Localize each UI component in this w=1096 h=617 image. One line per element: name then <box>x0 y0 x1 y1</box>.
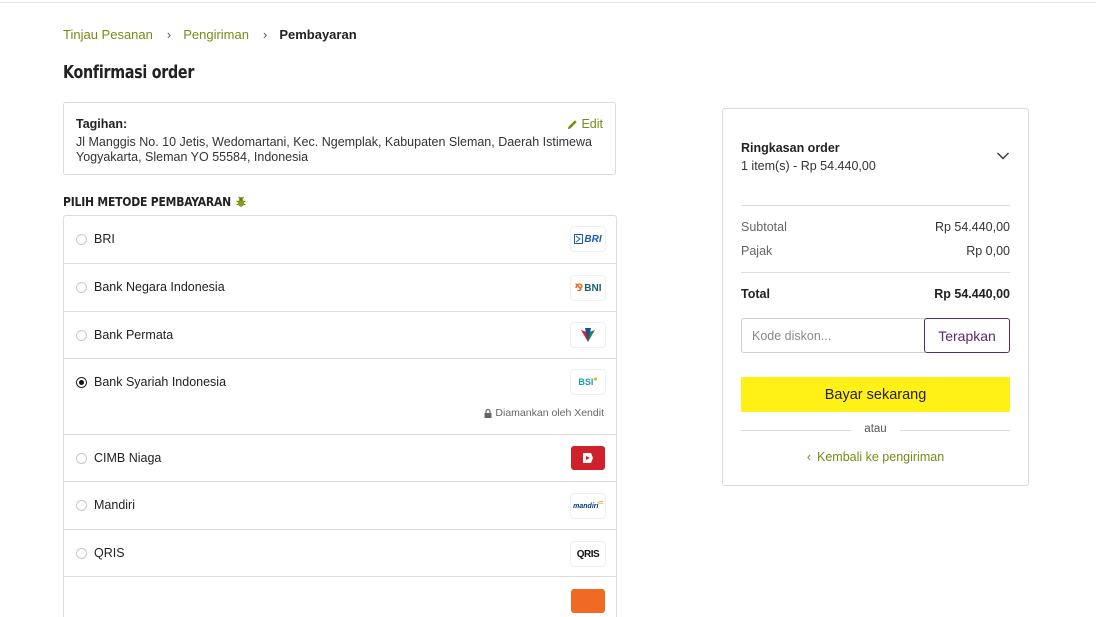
radio-button[interactable] <box>76 282 87 293</box>
payment-option-label: BRI <box>94 232 115 246</box>
permata-logo-icon <box>571 323 605 347</box>
tax-row: Pajak Rp 0,00 <box>741 244 1010 258</box>
page-title: Konfirmasi order <box>63 62 195 83</box>
cimb-logo-icon <box>571 446 605 470</box>
payment-option-label: Mandiri <box>94 498 135 512</box>
bni-logo-icon: ⅋ BNI <box>571 276 605 300</box>
payment-option-label: Bank Syariah Indonesia <box>94 375 227 389</box>
back-to-shipping-link[interactable]: ‹ Kembali ke pengiriman <box>741 450 1010 464</box>
radio-button[interactable] <box>76 234 87 245</box>
top-divider <box>0 2 1096 3</box>
edit-billing-button[interactable]: Edit <box>567 117 603 131</box>
total-value: Rp 54.440,00 <box>934 287 1010 301</box>
payment-option-partial[interactable] <box>64 577 616 617</box>
secured-by-xendit: Diamankan oleh Xendit <box>484 407 604 419</box>
breadcrumb: Tinjau Pesanan › Pengiriman › Pembayaran <box>63 27 357 42</box>
billing-label: Tagihan: <box>76 117 128 131</box>
discount-code-input[interactable] <box>741 318 925 353</box>
payment-option-label: QRIS <box>94 546 125 560</box>
payment-option-permata[interactable]: Bank Permata <box>64 312 616 359</box>
summary-divider <box>741 272 1010 273</box>
payment-method-heading: PILIH METODE PEMBAYARAN <box>63 195 247 209</box>
tax-value: Rp 0,00 <box>966 244 1010 258</box>
mandiri-logo-icon: mandiri ≈ <box>571 494 605 518</box>
chevron-left-icon: ‹ <box>806 450 811 464</box>
back-to-shipping-label: Kembali ke pengiriman <box>817 450 945 464</box>
summary-title: Ringkasan order <box>741 141 840 155</box>
chevron-down-icon[interactable] <box>996 151 1010 161</box>
radio-button-selected[interactable] <box>76 377 87 388</box>
subtotal-label: Subtotal <box>741 220 787 234</box>
payment-option-bsi[interactable]: Bank Syariah Indonesia BSI ● Diamankan o… <box>64 359 616 435</box>
bni-logo-text: BNI <box>584 282 602 294</box>
summary-divider <box>741 205 1010 206</box>
chevron-right-icon: › <box>166 27 172 42</box>
apply-discount-button[interactable]: Terapkan <box>924 318 1010 353</box>
radio-button[interactable] <box>76 500 87 511</box>
radio-button[interactable] <box>76 453 87 464</box>
billing-address: Jl Manggis No. 10 Jetis, Wedomartani, Ke… <box>76 135 592 164</box>
payment-method-heading-text: PILIH METODE PEMBAYARAN <box>63 195 231 209</box>
payment-option-mandiri[interactable]: Mandiri mandiri ≈ <box>64 482 616 530</box>
payment-option-bri[interactable]: BRI BRI <box>64 216 616 264</box>
payment-option-bni[interactable]: Bank Negara Indonesia ⅋ BNI <box>64 264 616 312</box>
pay-now-button[interactable]: Bayar sekarang <box>741 377 1010 412</box>
lock-icon <box>484 408 492 418</box>
qris-logo-icon: QRIS <box>571 542 605 566</box>
total-row: Total Rp 54.440,00 <box>741 287 1010 301</box>
billing-card: Tagihan: Edit Jl Manggis No. 10 Jetis, W… <box>63 102 616 175</box>
bri-logo-text: BRI <box>584 233 602 245</box>
chevron-right-icon: › <box>262 27 268 42</box>
or-separator: atau <box>741 423 1010 437</box>
payment-option-label: CIMB Niaga <box>94 451 162 465</box>
summary-item-count: 1 item(s) - Rp 54.440,00 <box>741 159 876 173</box>
pencil-icon <box>568 119 578 129</box>
payment-option-cimb[interactable]: CIMB Niaga <box>64 435 616 482</box>
breadcrumb-item-review[interactable]: Tinjau Pesanan <box>63 27 153 42</box>
breadcrumb-item-shipping[interactable]: Pengiriman <box>183 27 249 42</box>
bsi-logo-icon: BSI ● <box>571 370 605 394</box>
subtotal-row: Subtotal Rp 54.440,00 <box>741 220 1010 234</box>
bsi-logo-text: BSI <box>578 377 594 387</box>
mandiri-logo-text: mandiri <box>573 502 599 510</box>
edit-label: Edit <box>581 117 603 131</box>
payment-option-qris[interactable]: QRIS QRIS <box>64 530 616 577</box>
bug-icon <box>236 196 246 207</box>
secured-text: Diamankan oleh Xendit <box>495 407 604 419</box>
radio-button[interactable] <box>76 330 87 341</box>
payment-option-label: Bank Negara Indonesia <box>94 280 225 294</box>
or-text: atau <box>864 423 887 435</box>
total-label: Total <box>741 287 770 301</box>
bri-logo-icon: BRI <box>571 227 605 251</box>
payment-method-list: BRI BRI Bank Negara Indonesia ⅋ BNI Bank… <box>63 215 617 617</box>
payment-option-label: Bank Permata <box>94 328 174 342</box>
order-summary-panel: Ringkasan order 1 item(s) - Rp 54.440,00… <box>722 108 1029 486</box>
breadcrumb-item-current: Pembayaran <box>279 27 357 42</box>
tax-label: Pajak <box>741 244 773 258</box>
qris-logo-text: QRIS <box>576 548 600 560</box>
subtotal-value: Rp 54.440,00 <box>934 220 1010 234</box>
radio-button[interactable] <box>76 548 87 559</box>
partial-logo-icon <box>571 589 605 613</box>
